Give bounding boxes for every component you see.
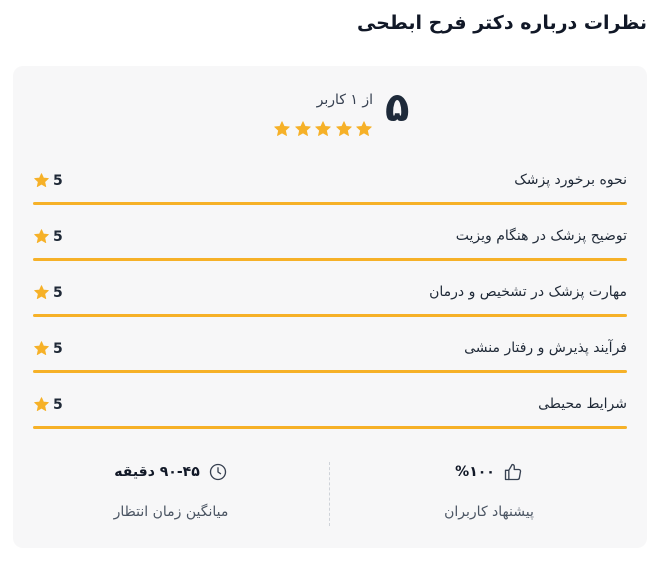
criteria-score-value: 5 — [53, 340, 63, 357]
criteria-score: 5 — [33, 340, 63, 357]
criteria-progress-bar — [33, 314, 627, 317]
criteria-row: شرایط محیطی 5 — [33, 386, 627, 442]
star-icon — [335, 120, 353, 138]
wait-time-value: ۹۰-۴۵ دقیقه — [114, 464, 200, 480]
summary-stars — [273, 120, 373, 140]
star-icon — [355, 120, 373, 138]
recommend-caption: پیشنهاد کاربران — [444, 504, 534, 520]
criteria-row: فرآیند پذیرش و رفتار منشی 5 — [33, 330, 627, 386]
wait-time-stat: ۹۰-۴۵ دقیقه میانگین زمان انتظار — [13, 460, 329, 520]
star-icon — [294, 120, 312, 138]
criteria-label: مهارت پزشک در تشخیص و درمان — [429, 284, 627, 300]
criteria-row: نحوه برخورد پزشک 5 — [33, 162, 627, 218]
criteria-list: نحوه برخورد پزشک 5 توضیح پزشک در هنگام ویز… — [33, 162, 627, 442]
rating-count: از ۱ کاربر — [316, 92, 373, 108]
star-icon — [33, 340, 50, 357]
thumbs-up-icon — [503, 462, 523, 482]
criteria-row: توضیح پزشک در هنگام ویزیت 5 — [33, 218, 627, 274]
criteria-score: 5 — [33, 228, 63, 245]
star-icon — [33, 172, 50, 189]
criteria-progress-bar — [33, 370, 627, 373]
criteria-progress-bar — [33, 426, 627, 429]
star-icon — [33, 396, 50, 413]
criteria-label: نحوه برخورد پزشک — [514, 172, 627, 188]
average-score: ۵ — [385, 85, 410, 131]
criteria-score: 5 — [33, 396, 63, 413]
criteria-progress-bar — [33, 258, 627, 261]
criteria-row: مهارت پزشک در تشخیص و درمان 5 — [33, 274, 627, 330]
star-icon — [314, 120, 332, 138]
criteria-score-value: 5 — [53, 284, 63, 301]
star-icon — [273, 120, 291, 138]
criteria-progress-bar — [33, 202, 627, 205]
criteria-progress-fill — [33, 370, 627, 373]
criteria-progress-fill — [33, 314, 627, 317]
criteria-progress-fill — [33, 426, 627, 429]
criteria-score-value: 5 — [53, 396, 63, 413]
criteria-label: فرآیند پذیرش و رفتار منشی — [464, 340, 627, 356]
rating-card: ۵ از ۱ کاربر نحوه برخورد پزشک 5 توضیح پزشک… — [13, 66, 647, 548]
criteria-score: 5 — [33, 284, 63, 301]
criteria-label: توضیح پزشک در هنگام ویزیت — [455, 228, 627, 244]
page-title: نظرات درباره دکتر فرح ابطحی — [356, 12, 647, 34]
recommend-value: %۱۰۰ — [455, 464, 495, 480]
stats-divider — [329, 462, 330, 526]
recommend-stat: %۱۰۰ پیشنهاد کاربران — [331, 460, 647, 520]
criteria-score-value: 5 — [53, 228, 63, 245]
wait-time-caption: میانگین زمان انتظار — [113, 504, 229, 520]
criteria-score: 5 — [33, 172, 63, 189]
star-icon — [33, 284, 50, 301]
clock-icon — [208, 462, 228, 482]
criteria-progress-fill — [33, 202, 627, 205]
criteria-progress-fill — [33, 258, 627, 261]
star-icon — [33, 228, 50, 245]
criteria-score-value: 5 — [53, 172, 63, 189]
rating-summary: ۵ از ۱ کاربر — [13, 66, 647, 146]
stats-section: %۱۰۰ پیشنهاد کاربران ۹۰-۴۵ دقیقه میانگین… — [13, 456, 647, 526]
criteria-label: شرایط محیطی — [538, 396, 627, 412]
